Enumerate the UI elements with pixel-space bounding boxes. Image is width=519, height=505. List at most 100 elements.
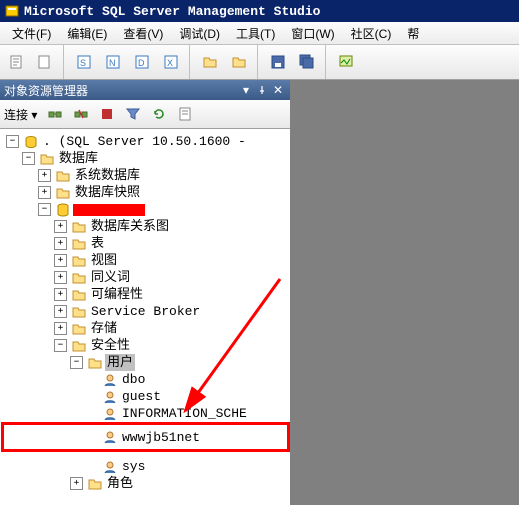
menu-help[interactable]: 帮 <box>399 23 427 44</box>
folder-icon <box>71 270 87 286</box>
folder-icon <box>55 185 71 201</box>
script-btn-2[interactable]: N <box>99 48 127 76</box>
pin-icon[interactable] <box>254 82 270 98</box>
tree-users[interactable]: − 用户 <box>4 354 290 371</box>
menu-debug[interactable]: 调试(D) <box>171 23 228 44</box>
expander-icon[interactable]: + <box>54 237 67 250</box>
menu-community[interactable]: 社区(C) <box>343 23 400 44</box>
database-icon <box>55 202 71 218</box>
expander-icon[interactable]: + <box>38 186 51 199</box>
menu-tools[interactable]: 工具(T) <box>228 23 283 44</box>
close-icon[interactable]: ✕ <box>270 82 286 98</box>
expander-icon[interactable]: + <box>70 477 83 490</box>
tree-db-snapshots[interactable]: + 数据库快照 <box>4 184 290 201</box>
expander-icon[interactable]: + <box>54 305 67 318</box>
user-icon <box>102 389 118 405</box>
tree-storage[interactable]: + 存储 <box>4 320 290 337</box>
svg-text:D: D <box>138 58 145 68</box>
expander-icon[interactable]: + <box>54 254 67 267</box>
app-icon <box>4 3 20 19</box>
open-file-button[interactable] <box>196 48 224 76</box>
menu-file[interactable]: 文件(F) <box>4 23 59 44</box>
activity-monitor-button[interactable] <box>332 48 360 76</box>
open-project-button[interactable] <box>225 48 253 76</box>
expander-icon[interactable]: − <box>6 135 19 148</box>
save-button[interactable] <box>264 48 292 76</box>
tree-custom-db[interactable]: − <box>4 201 290 218</box>
menubar: 文件(F) 编辑(E) 查看(V) 调试(D) 工具(T) 窗口(W) 社区(C… <box>0 22 519 45</box>
script-btn-4[interactable]: X <box>157 48 185 76</box>
panel-header: 对象资源管理器 ▾ ✕ <box>0 80 290 100</box>
tree-roles[interactable]: + 角色 <box>4 475 290 492</box>
tree-view[interactable]: − . (SQL Server 10.50.1600 - − 数据库 + 系统数… <box>0 129 290 505</box>
expander-icon[interactable]: − <box>54 339 67 352</box>
tree-user-wwwjb51net[interactable]: wwwjb51net <box>1 422 290 452</box>
tree-programmability[interactable]: + 可编程性 <box>4 286 290 303</box>
folder-icon <box>71 338 87 354</box>
svg-text:N: N <box>109 58 116 68</box>
stop-button[interactable] <box>95 102 119 126</box>
folder-icon <box>87 355 103 371</box>
tree-sys-databases[interactable]: + 系统数据库 <box>4 167 290 184</box>
tree-db-diagrams[interactable]: + 数据库关系图 <box>4 218 290 235</box>
tree-security[interactable]: − 安全性 <box>4 337 290 354</box>
folder-icon <box>71 304 87 320</box>
svg-text:X: X <box>167 58 173 68</box>
folder-icon <box>71 219 87 235</box>
tree-views[interactable]: + 视图 <box>4 252 290 269</box>
expander-icon[interactable]: + <box>54 220 67 233</box>
script-btn-3[interactable]: D <box>128 48 156 76</box>
tree-server-root[interactable]: − . (SQL Server 10.50.1600 - <box>4 133 290 150</box>
tree-service-broker[interactable]: + Service Broker <box>4 303 290 320</box>
disconnect-button[interactable] <box>69 102 93 126</box>
connect-button[interactable] <box>43 102 67 126</box>
folder-icon <box>71 236 87 252</box>
expander-icon[interactable]: − <box>70 356 83 369</box>
tree-user-guest[interactable]: guest <box>4 388 290 405</box>
folder-icon <box>87 476 103 492</box>
connect-label[interactable]: 连接 ▾ <box>4 106 41 123</box>
expander-icon[interactable]: + <box>54 271 67 284</box>
panel-toolbar: 连接 ▾ <box>0 100 290 129</box>
tree-tables[interactable]: + 表 <box>4 235 290 252</box>
script-btn-1[interactable]: S <box>70 48 98 76</box>
user-icon <box>102 406 118 422</box>
user-icon <box>102 429 118 445</box>
tree-databases[interactable]: − 数据库 <box>4 150 290 167</box>
server-icon <box>23 134 39 150</box>
expander-icon[interactable]: − <box>38 203 51 216</box>
titlebar: Microsoft SQL Server Management Studio <box>0 0 519 22</box>
folder-icon <box>71 253 87 269</box>
save-all-button[interactable] <box>293 48 321 76</box>
folder-icon <box>71 287 87 303</box>
mdi-area <box>291 80 519 505</box>
new-button[interactable] <box>31 48 59 76</box>
script-button[interactable] <box>173 102 197 126</box>
tree-user-information-schema[interactable]: INFORMATION_SCHE <box>4 405 290 422</box>
menu-window[interactable]: 窗口(W) <box>283 23 342 44</box>
refresh-button[interactable] <box>147 102 171 126</box>
expander-icon[interactable]: + <box>54 288 67 301</box>
main-toolbar: S N D X <box>0 45 519 80</box>
expander-icon[interactable]: + <box>54 322 67 335</box>
folder-icon <box>55 168 71 184</box>
svg-text:S: S <box>80 58 86 68</box>
expander-icon[interactable]: + <box>38 169 51 182</box>
expander-icon[interactable]: − <box>22 152 35 165</box>
user-icon <box>102 459 118 475</box>
content-area: 对象资源管理器 ▾ ✕ 连接 ▾ − <box>0 80 519 505</box>
tree-user-dbo[interactable]: dbo <box>4 371 290 388</box>
folder-icon <box>71 321 87 337</box>
object-explorer-panel: 对象资源管理器 ▾ ✕ 连接 ▾ − <box>0 80 291 505</box>
folder-icon <box>39 151 55 167</box>
tree-synonyms[interactable]: + 同义词 <box>4 269 290 286</box>
user-icon <box>102 372 118 388</box>
panel-title: 对象资源管理器 <box>4 82 238 99</box>
menu-edit[interactable]: 编辑(E) <box>59 23 115 44</box>
new-query-button[interactable] <box>4 48 30 76</box>
menu-view[interactable]: 查看(V) <box>115 23 171 44</box>
panel-menu-icon[interactable]: ▾ <box>238 82 254 98</box>
filter-button[interactable] <box>121 102 145 126</box>
app-title: Microsoft SQL Server Management Studio <box>24 4 320 19</box>
tree-user-sys[interactable]: sys <box>4 458 290 475</box>
